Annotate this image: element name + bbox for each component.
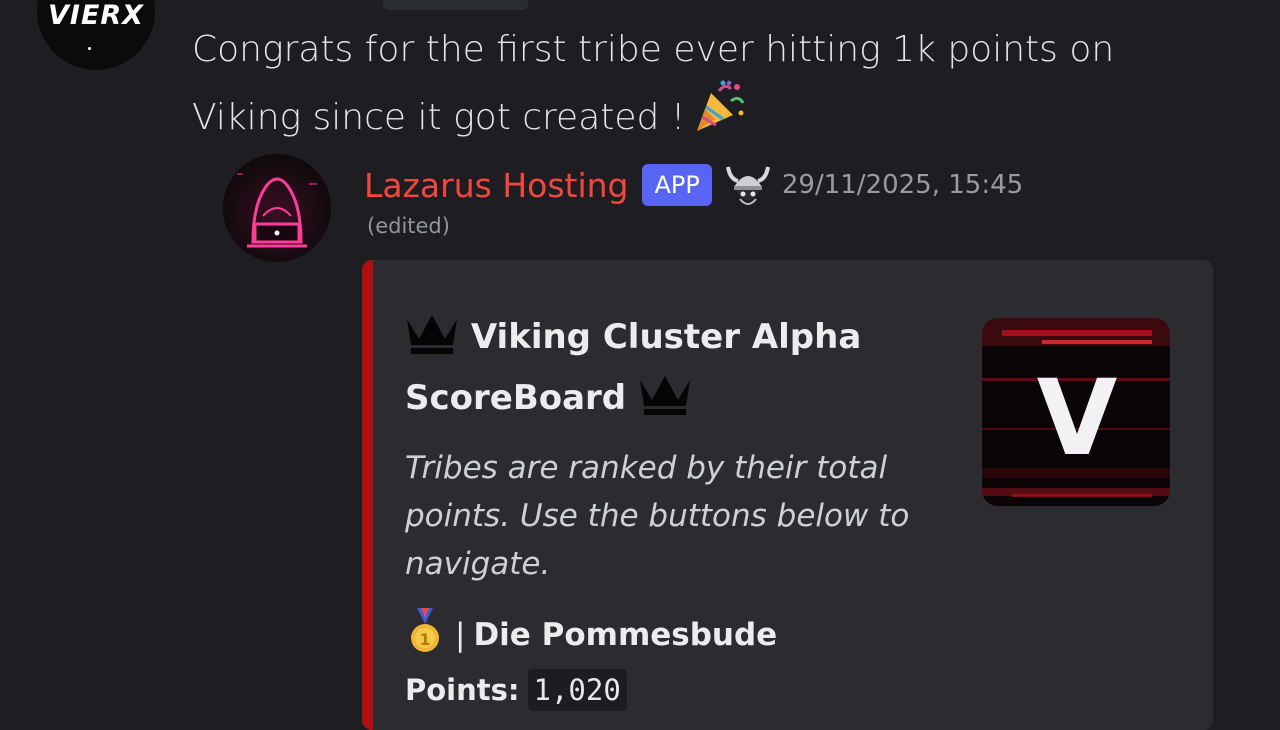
message-content: Congrats for the first tribe ever hittin…	[192, 20, 1192, 153]
party-popper-icon	[691, 79, 747, 153]
avatar-dot	[88, 47, 91, 50]
scoreboard-embed: Viking Cluster Alpha ScoreBoard Tribes a…	[362, 260, 1213, 730]
first-place-medal-icon: 1	[405, 606, 445, 664]
svg-text:1: 1	[419, 630, 430, 649]
app-badge: APP	[642, 164, 712, 206]
avatar-logo-text: VIERX	[48, 0, 144, 31]
points-row: Points: 1,020	[405, 665, 627, 715]
author-name[interactable]: Lazarus Hosting	[364, 166, 628, 205]
bot-avatar[interactable]	[223, 154, 331, 262]
embed-title-text-1: Viking Cluster Alpha	[470, 317, 862, 357]
entry-separator: |	[455, 617, 466, 653]
embed-accent-bar	[362, 260, 373, 730]
tribe-name: Die Pommesbude	[473, 617, 778, 653]
embed-description: Tribes are ranked by their total points.…	[405, 450, 910, 582]
author-avatar[interactable]: VIERX	[37, 0, 155, 70]
embed-title: Viking Cluster Alpha ScoreBoard	[405, 310, 925, 432]
leaderboard-entry: 1 | Die Pommesbude	[405, 608, 778, 660]
message-timestamp[interactable]: 29/11/2025, 15:45	[782, 170, 1023, 200]
points-value: 1,020	[527, 669, 627, 711]
crown-icon	[405, 311, 459, 371]
embed-title-text-2: ScoreBoard	[405, 378, 627, 418]
viking-helmet-icon	[722, 159, 774, 211]
points-label: Points:	[405, 673, 520, 707]
message-header: Lazarus Hosting APP 29/11/2025, 15:45	[364, 160, 1023, 210]
edited-indicator: (edited)	[367, 214, 450, 238]
message-text: Congrats for the first tribe ever hittin…	[192, 29, 1115, 138]
role-tag[interactable]	[383, 0, 528, 10]
clapping-hands-icon	[322, 0, 362, 8]
embed-thumbnail[interactable]: V	[982, 318, 1170, 506]
crown-icon	[638, 372, 692, 432]
thumbnail-letter: V	[1037, 357, 1118, 479]
